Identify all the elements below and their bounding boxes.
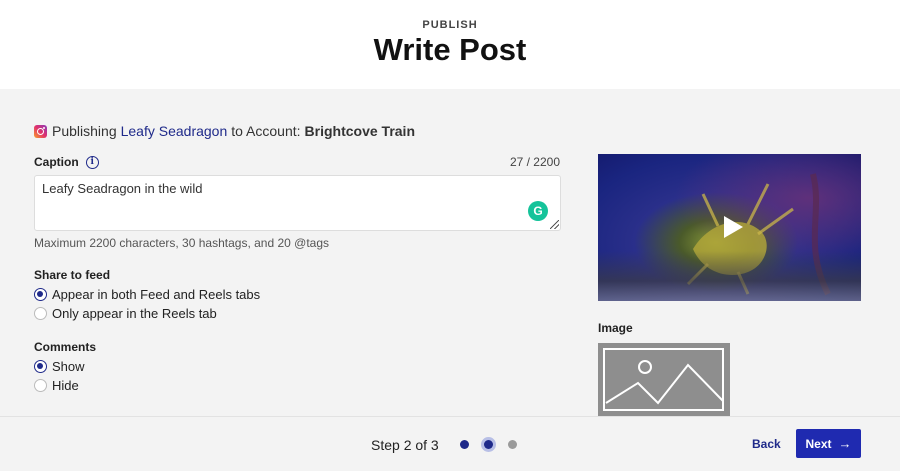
- account-name: Brightcove Train: [304, 123, 415, 139]
- info-icon[interactable]: i: [85, 155, 99, 169]
- step-dot-3: [508, 440, 517, 449]
- page-eyebrow: PUBLISH: [422, 19, 478, 31]
- radio-label: Only appear in the Reels tab: [52, 306, 217, 321]
- video-preview[interactable]: [598, 154, 861, 301]
- caption-text[interactable]: Leafy Seadragon in the wild: [42, 181, 202, 196]
- radio-button-checked[interactable]: [34, 288, 47, 301]
- image-placeholder-icon[interactable]: [598, 343, 730, 416]
- radio-comments-hide[interactable]: Hide: [34, 378, 79, 393]
- character-count: 27 / 2200: [509, 155, 560, 169]
- page-title: Write Post: [373, 32, 527, 67]
- resize-handle-icon[interactable]: [550, 220, 559, 229]
- publish-summary: Publishing Leafy Seadragon to Account: B…: [34, 123, 415, 139]
- publish-middle: to Account:: [231, 123, 301, 139]
- radio-button[interactable]: [34, 379, 47, 392]
- radio-reels-only[interactable]: Only appear in the Reels tab: [34, 306, 217, 321]
- caption-textarea[interactable]: Leafy Seadragon in the wild G: [34, 175, 561, 231]
- radio-label: Show: [52, 359, 85, 374]
- next-button[interactable]: Next →: [796, 429, 861, 458]
- next-button-label: Next: [805, 436, 832, 451]
- image-label: Image: [598, 321, 633, 335]
- caption-label: Caption i: [34, 155, 99, 169]
- caption-label-text: Caption: [34, 155, 79, 169]
- main-content: Publishing Leafy Seadragon to Account: B…: [0, 89, 900, 416]
- wizard-footer: Step 2 of 3 Back Next →: [0, 416, 900, 471]
- play-icon[interactable]: [724, 216, 743, 238]
- back-button[interactable]: Back: [752, 437, 781, 451]
- radio-label: Hide: [52, 378, 79, 393]
- step-indicator-text: Step 2 of 3: [371, 437, 439, 453]
- grammarly-icon[interactable]: G: [528, 201, 548, 221]
- radio-button-checked[interactable]: [34, 360, 47, 373]
- publish-prefix: Publishing: [52, 123, 117, 139]
- step-dot-2-current: [484, 440, 493, 449]
- instagram-icon: [34, 124, 47, 138]
- radio-label: Appear in both Feed and Reels tabs: [52, 287, 261, 302]
- share-to-feed-label: Share to feed: [34, 268, 111, 282]
- radio-feed-and-reels[interactable]: Appear in both Feed and Reels tabs: [34, 287, 260, 302]
- radio-button[interactable]: [34, 307, 47, 320]
- comments-label: Comments: [34, 340, 97, 354]
- arrow-right-icon: →: [838, 436, 852, 451]
- video-thumbnail-ground: [598, 251, 861, 301]
- caption-helper-text: Maximum 2200 characters, 30 hashtags, an…: [34, 236, 330, 250]
- radio-comments-show[interactable]: Show: [34, 359, 85, 374]
- video-name-link[interactable]: Leafy Seadragon: [121, 123, 228, 139]
- step-dot-1: [460, 440, 469, 449]
- page-header: PUBLISH Write Post: [0, 0, 900, 89]
- image-placeholder-graphic: [603, 348, 724, 411]
